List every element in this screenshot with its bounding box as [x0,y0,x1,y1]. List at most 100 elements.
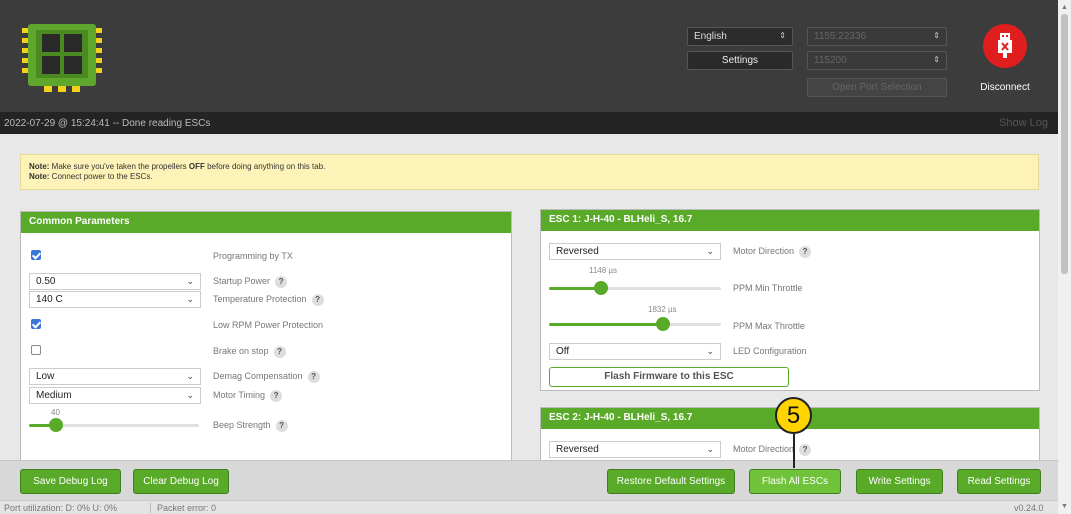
chevron-down-icon: ⌄ [186,276,194,286]
motor-timing-label: Motor Timing? [213,390,283,402]
chevron-down-icon: ⌄ [706,444,714,454]
flash-esc1-firmware-button[interactable]: Flash Firmware to this ESC [549,367,789,387]
note-line-1: Note: Make sure you've taken the propell… [29,162,326,171]
slider-thumb[interactable] [593,281,608,295]
port-utilization: Port utilization: D: 0% U: 0% [4,503,118,513]
esc1-panel: ESC 1: J-H-40 - BLHeli_S, 16.7 Reversed … [540,209,1040,391]
chevron-down-icon: ⌄ [706,246,714,256]
note-line-2: Note: Connect power to the ESCs. [29,172,153,181]
scroll-up-icon[interactable]: ▲ [1061,4,1068,11]
footer-toolbar: Save Debug Log Clear Debug Log Restore D… [0,460,1058,500]
help-icon[interactable]: ? [311,294,324,306]
chevron-down-icon: ⌄ [186,390,194,400]
version: v0.24.0 [1014,503,1044,513]
disconnect-button[interactable]: Disconnect [976,24,1034,98]
port-select[interactable]: 1155:22336 ⇕ [807,27,947,46]
esc1-motor-direction-value: Reversed [556,246,599,257]
help-icon[interactable]: ? [799,246,812,258]
esc1-title: ESC 1: J-H-40 - BLHeli_S, 16.7 [541,210,1039,231]
write-settings-button[interactable]: Write Settings [856,469,943,494]
beep-strength-slider[interactable] [29,418,199,432]
esc1-motor-direction-select[interactable]: Reversed ⌄ [549,243,721,260]
esc1-min-throttle-value: 1148 µs [589,266,618,275]
esc2-motor-direction-value: Reversed [556,444,599,455]
status-bar: Port utilization: D: 0% U: 0% Packet err… [0,500,1058,514]
demag-compensation-select[interactable]: Low ⌄ [29,368,201,385]
common-parameters-title: Common Parameters [21,212,511,233]
save-debug-log-button[interactable]: Save Debug Log [20,469,121,494]
programming-by-tx-checkbox[interactable] [31,250,41,260]
usb-disconnect-icon [983,24,1027,68]
chevron-down-icon: ⌄ [706,346,714,356]
beep-strength-value: 40 [51,408,60,417]
low-rpm-power-protection-label: Low RPM Power Protection [213,320,324,330]
help-icon[interactable]: ? [799,444,812,456]
demag-compensation-label: Demag Compensation? [213,371,320,383]
esc1-min-throttle-slider[interactable] [549,281,721,295]
language-value: English [694,31,727,42]
temperature-protection-label: Temperature Protection? [213,294,324,306]
esc1-max-throttle-label: PPM Max Throttle [733,321,805,331]
slider-fill [549,287,601,290]
slider-fill [549,323,663,326]
baud-value: 115200 [814,55,847,66]
temperature-protection-select[interactable]: 140 C ⌄ [29,291,201,308]
help-icon[interactable]: ? [270,390,283,402]
log-bar: 2022-07-29 @ 15:24:41 -- Done reading ES… [0,112,1058,134]
demag-compensation-value: Low [36,371,55,382]
help-icon[interactable]: ? [307,371,320,383]
updown-arrow-icon: ⇕ [933,55,940,64]
show-log-link[interactable]: Show Log [999,117,1048,129]
low-rpm-power-protection-checkbox[interactable] [31,319,41,329]
flash-all-escs-button[interactable]: Flash All ESCs [749,469,841,494]
restore-default-settings-button[interactable]: Restore Default Settings [607,469,735,494]
esc1-max-throttle-slider[interactable] [549,317,721,331]
esc1-motor-direction-label: Motor Direction? [733,246,812,258]
motor-timing-select[interactable]: Medium ⌄ [29,387,201,404]
header: English ⇕ Settings 1155:22336 ⇕ 115200 ⇕… [0,0,1058,112]
page-scrollbar[interactable]: ▲ ▼ [1058,0,1071,514]
updown-arrow-icon: ⇕ [933,31,940,40]
clear-debug-log-button[interactable]: Clear Debug Log [133,469,229,494]
warning-note: Note: Make sure you've taken the propell… [20,154,1039,190]
settings-button[interactable]: Settings [687,51,793,70]
esc1-min-throttle-label: PPM Min Throttle [733,283,803,293]
help-icon[interactable]: ? [273,346,286,358]
motor-timing-value: Medium [36,390,72,401]
startup-power-select[interactable]: 0.50 ⌄ [29,273,201,290]
esc1-led-configuration-value: Off [556,346,570,357]
brake-on-stop-label: Brake on stop? [213,346,286,358]
baud-select[interactable]: 115200 ⇕ [807,51,947,70]
chevron-down-icon: ⌄ [186,294,194,304]
slider-thumb[interactable] [49,418,64,432]
step-marker: 5 [775,397,812,434]
packet-error: Packet error: 0 [150,503,216,513]
port-value: 1155:22336 [814,31,867,42]
help-icon[interactable]: ? [275,276,288,288]
esc2-motor-direction-select[interactable]: Reversed ⌄ [549,441,721,458]
help-icon[interactable]: ? [275,420,288,432]
read-settings-button[interactable]: Read Settings [957,469,1041,494]
startup-power-value: 0.50 [36,276,56,287]
log-message: 2022-07-29 @ 15:24:41 -- Done reading ES… [4,118,211,129]
flight-controller-logo [22,24,102,92]
esc1-max-throttle-value: 1832 µs [648,305,677,314]
chevron-down-icon: ⌄ [186,371,194,381]
slider-thumb[interactable] [655,317,670,331]
startup-power-label: Startup Power? [213,276,288,288]
updown-arrow-icon: ⇕ [779,31,786,40]
beep-strength-label: Beep Strength? [213,420,288,432]
app-window: English ⇕ Settings 1155:22336 ⇕ 115200 ⇕… [0,0,1071,514]
open-port-selection-button[interactable]: Open Port Selection [807,78,947,97]
temperature-protection-value: 140 C [36,294,63,305]
disconnect-label: Disconnect [980,82,1030,93]
brake-on-stop-checkbox[interactable] [31,345,41,355]
esc1-led-configuration-label: LED Configuration [733,346,807,356]
esc1-led-configuration-select[interactable]: Off ⌄ [549,343,721,360]
scroll-thumb[interactable] [1061,14,1068,274]
step-marker-pointer [793,434,795,468]
programming-by-tx-label: Programming by TX [213,251,293,261]
scroll-down-icon[interactable]: ▼ [1061,503,1068,510]
language-select[interactable]: English ⇕ [687,27,793,46]
esc2-motor-direction-label: Motor Direction? [733,444,812,456]
